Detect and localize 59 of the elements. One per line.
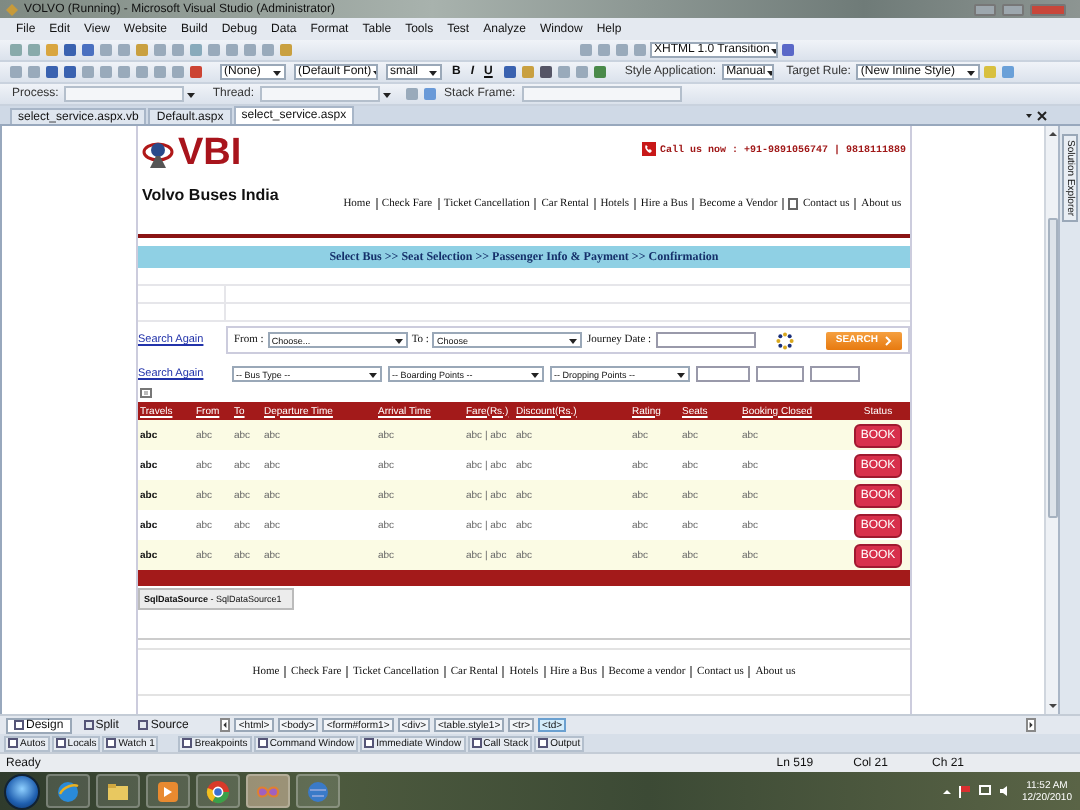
caret-icon (428, 67, 438, 77)
window-icon (364, 738, 375, 748)
window-icon (106, 738, 117, 748)
toolbar-icon[interactable] (780, 42, 796, 58)
caret-icon (393, 335, 404, 345)
window-icon (55, 738, 66, 748)
maximize-button[interactable] (1002, 3, 1024, 15)
logo-text: Volvo Buses India (142, 186, 281, 204)
tray-expand-icon[interactable] (941, 787, 952, 795)
caret-icon (676, 369, 686, 379)
window-icon (538, 738, 549, 748)
caret-icon (568, 335, 579, 345)
window-icon (257, 738, 268, 748)
input-field[interactable] (696, 366, 750, 382)
thread-field[interactable] (260, 86, 381, 102)
window-icon (182, 738, 193, 748)
caret-icon (765, 67, 773, 77)
start-button[interactable] (4, 773, 40, 809)
media-player-icon[interactable] (146, 774, 190, 808)
close-icon[interactable] (1024, 109, 1048, 121)
view-icon (83, 720, 94, 730)
scroll-left-icon[interactable] (220, 718, 231, 732)
minimize-button[interactable] (974, 3, 996, 15)
phone-icon (641, 142, 656, 156)
input-field[interactable] (756, 366, 804, 382)
caret-icon (769, 45, 776, 55)
infinity-icon[interactable] (246, 774, 290, 808)
grid-icon (140, 388, 152, 398)
window-icon (8, 738, 18, 748)
browser-icon[interactable] (46, 774, 90, 808)
view-icon (138, 720, 149, 730)
caret-icon (966, 67, 977, 77)
close-button[interactable] (1030, 3, 1066, 15)
caret-icon (186, 89, 197, 99)
scroll-up-icon[interactable] (1047, 130, 1057, 138)
process-field[interactable] (64, 86, 185, 102)
spinner-icon (775, 331, 794, 349)
network-icon[interactable] (977, 784, 992, 798)
input-field[interactable] (810, 366, 860, 382)
stack-frame-field[interactable] (521, 86, 682, 102)
view-icon (14, 720, 24, 730)
flag-icon[interactable] (957, 784, 972, 798)
window-icon (471, 738, 482, 748)
chrome-icon[interactable] (196, 774, 240, 808)
globe-icon[interactable] (296, 774, 340, 808)
logo-mark: VBI (178, 134, 242, 174)
caret-icon (368, 369, 378, 379)
image-placeholder-icon (788, 198, 799, 210)
scrollbar-thumb[interactable] (1047, 218, 1057, 518)
caret-icon (530, 369, 540, 379)
scroll-right-icon[interactable] (1026, 718, 1036, 732)
scroll-down-icon[interactable] (1047, 702, 1057, 710)
date-field[interactable] (655, 332, 756, 348)
folder-icon[interactable] (96, 774, 140, 808)
speaker-icon[interactable] (997, 784, 1012, 798)
chevron-icon (884, 335, 892, 345)
caret-icon (382, 89, 393, 99)
caret-icon (272, 67, 282, 77)
logo-icon (142, 138, 174, 170)
